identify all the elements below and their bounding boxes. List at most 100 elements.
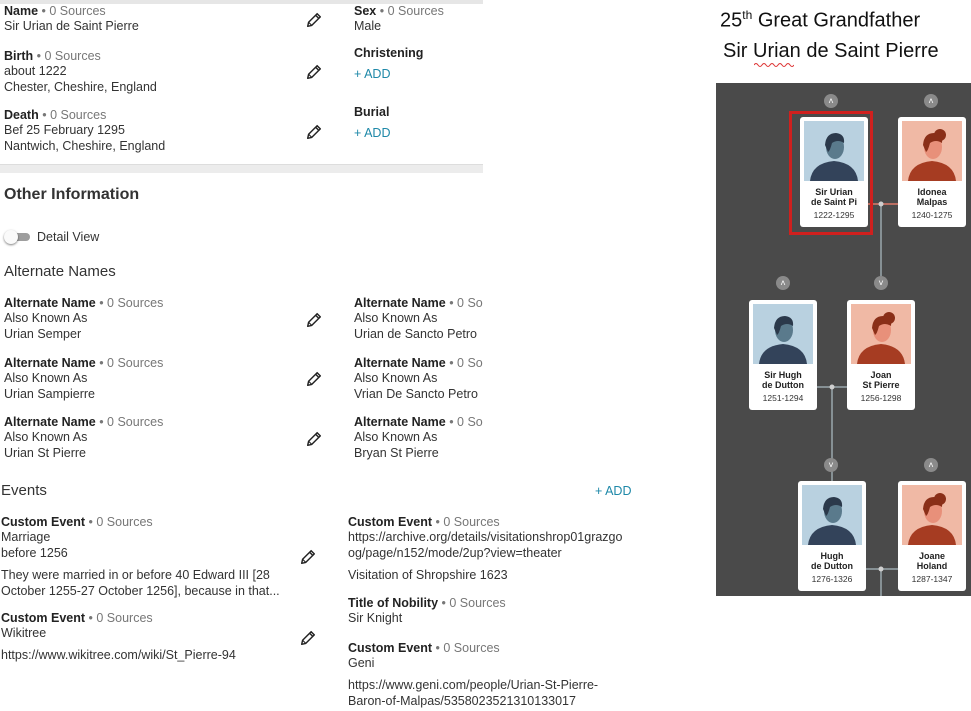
alternate-name-item: Alternate Name • 0 So Also Known As Uria… <box>354 296 483 342</box>
event-item: Custom Event • 0 Sources Geni https://ww… <box>348 641 598 709</box>
male-avatar-icon <box>802 485 862 545</box>
alternate-name-item: Alternate Name • 0 So Also Known As Brya… <box>354 415 483 461</box>
person-years: 1222-1295 <box>813 210 855 220</box>
alternate-name-label: Alternate Name <box>354 296 446 310</box>
sex-value: Male <box>354 19 382 33</box>
event-url: https://archive.org/details/visitationsh… <box>348 530 623 544</box>
event-item: Title of Nobility • 0 Sources Sir Knight <box>348 596 506 626</box>
edit-death-pencil-icon[interactable] <box>305 123 323 141</box>
event-label: Custom Event <box>1 515 86 529</box>
person-years: 1240-1275 <box>911 210 953 220</box>
alternate-name-type: Also Known As <box>354 311 438 325</box>
event-item: Custom Event • 0 Sources Marriage before… <box>1 515 280 599</box>
edit-alternate-name-pencil-icon[interactable] <box>305 370 323 388</box>
christening-add-button[interactable]: + ADD <box>354 67 423 81</box>
chevron-up-icon[interactable]: ˄ <box>824 94 838 108</box>
event-description: Visitation of Shropshire 1623 <box>348 568 508 582</box>
death-label: Death <box>4 108 39 122</box>
event-sources: • 0 Sources <box>441 596 506 610</box>
detail-view-toggle[interactable] <box>4 230 32 244</box>
alternate-name-item: Alternate Name • 0 Sources Also Known As… <box>4 356 163 402</box>
event-description: https://www.wikitree.com/wiki/St_Pierre-… <box>1 648 236 662</box>
death-field: Death • 0 Sources Bef 25 February 1295 N… <box>4 108 165 154</box>
alternate-name-item: Alternate Name • 0 Sources Also Known As… <box>4 296 163 342</box>
sex-sources: • 0 Sources <box>379 4 444 18</box>
edit-alternate-name-pencil-icon[interactable] <box>305 311 323 329</box>
relationship-ordinal-suffix: th <box>742 8 753 22</box>
chevron-up-icon[interactable]: ˄ <box>924 94 938 108</box>
male-avatar-icon <box>804 121 864 181</box>
person-card[interactable]: Sir Hugh de Dutton 1251-1294 <box>749 300 817 410</box>
person-card[interactable]: Idonea Malpas 1240-1275 <box>898 117 966 227</box>
person-card[interactable]: Joane Holand 1287-1347 <box>898 481 966 591</box>
event-sources: • 0 Sources <box>88 611 153 625</box>
burial-label: Burial <box>354 105 390 119</box>
event-description-continued: Baron-of-Malpas/5358023521310133017 <box>348 694 576 708</box>
event-type: Geni <box>348 656 375 670</box>
event-url-continued: og/page/n152/mode/2up?view=theater <box>348 546 562 560</box>
section-divider <box>0 164 483 173</box>
birth-place: Chester, Cheshire, England <box>4 80 157 94</box>
event-description: They were married in or before 40 Edward… <box>1 568 270 582</box>
edit-event-pencil-icon[interactable] <box>299 548 317 566</box>
person-name: Idonea Malpas <box>916 187 948 207</box>
relationship-text: Great Grandfather <box>752 9 921 32</box>
edit-alternate-name-pencil-icon[interactable] <box>305 430 323 448</box>
name-field: Name • 0 Sources Sir Urian de Saint Pier… <box>4 4 139 34</box>
chevron-up-icon[interactable]: ˄ <box>924 458 938 472</box>
sex-field: Sex • 0 Sources Male <box>354 4 444 34</box>
event-type: Marriage <box>1 530 51 544</box>
person-name: Sir Hugh de Dutton <box>762 370 804 390</box>
death-sources: • 0 Sources <box>42 108 107 122</box>
alternate-name-label: Alternate Name <box>354 415 446 429</box>
name-value: Sir Urian de Saint Pierre <box>4 19 139 33</box>
edit-birth-pencil-icon[interactable] <box>305 63 323 81</box>
edit-event-pencil-icon[interactable] <box>299 629 317 647</box>
name-label: Name <box>4 4 39 18</box>
person-card[interactable]: Joan St Pierre 1256-1298 <box>847 300 915 410</box>
event-sources: • 0 Sources <box>435 515 500 529</box>
person-card[interactable]: Hugh de Dutton 1276-1326 <box>798 481 866 591</box>
connector-node <box>878 201 884 207</box>
event-sources: • 0 Sources <box>88 515 153 529</box>
alternate-name-type: Also Known As <box>4 371 88 385</box>
event-label: Custom Event <box>348 515 433 529</box>
event-description-continued: October 1255-27 October 1256], because i… <box>1 584 280 598</box>
person-card[interactable]: Sir Urian de Saint Pi 1222-1295 <box>800 117 868 227</box>
birth-label: Birth <box>4 49 34 63</box>
sex-label: Sex <box>354 4 377 18</box>
edit-name-pencil-icon[interactable] <box>305 11 323 29</box>
chevron-down-icon[interactable]: ˅ <box>874 276 888 290</box>
alternate-name-type: Also Known As <box>4 311 88 325</box>
person-name: Hugh de Dutton <box>811 551 853 571</box>
event-sources: • 0 Sources <box>435 641 500 655</box>
detail-view-label: Detail View <box>37 230 100 244</box>
alternate-name-value: Vrian De Sancto Petro <box>354 387 478 401</box>
birth-date: about 1222 <box>4 64 67 78</box>
person-years: 1251-1294 <box>762 393 804 403</box>
birth-field: Birth • 0 Sources about 1222 Chester, Ch… <box>4 49 157 95</box>
death-date: Bef 25 February 1295 <box>4 123 125 137</box>
burial-add-button[interactable]: + ADD <box>354 126 390 140</box>
connector-node <box>829 384 835 390</box>
alternate-name-value: Urian St Pierre <box>4 446 86 460</box>
events-add-button[interactable]: + ADD <box>595 484 631 498</box>
alternate-name-label: Alternate Name <box>4 356 96 370</box>
alternate-name-value: Bryan St Pierre <box>354 446 439 460</box>
burial-field: Burial + ADD <box>354 105 390 140</box>
christening-field: Christening + ADD <box>354 46 423 81</box>
person-years: 1287-1347 <box>911 574 953 584</box>
chevron-down-icon[interactable]: ˅ <box>824 458 838 472</box>
alternate-name-sources: • 0 So <box>449 356 483 370</box>
alternate-name-value: Urian de Sancto Petro <box>354 327 477 341</box>
alternate-name-sources: • 0 Sources <box>99 356 164 370</box>
chevron-up-icon[interactable]: ˄ <box>776 276 790 290</box>
alternate-name-item: Alternate Name • 0 So Also Known As Vria… <box>354 356 483 402</box>
relationship-heading: 25th Great Grandfather <box>720 8 920 33</box>
event-item: Custom Event • 0 Sources Wikitree https:… <box>1 611 236 663</box>
event-type: Wikitree <box>1 626 47 640</box>
female-avatar-icon <box>902 485 962 545</box>
event-description: https://www.geni.com/people/Urian-St-Pie… <box>348 678 599 692</box>
family-tree-panel: Sir Urian de Saint Pi 1222-1295 Idonea Malpa… <box>716 83 971 596</box>
name-sources: • 0 Sources <box>41 4 106 18</box>
